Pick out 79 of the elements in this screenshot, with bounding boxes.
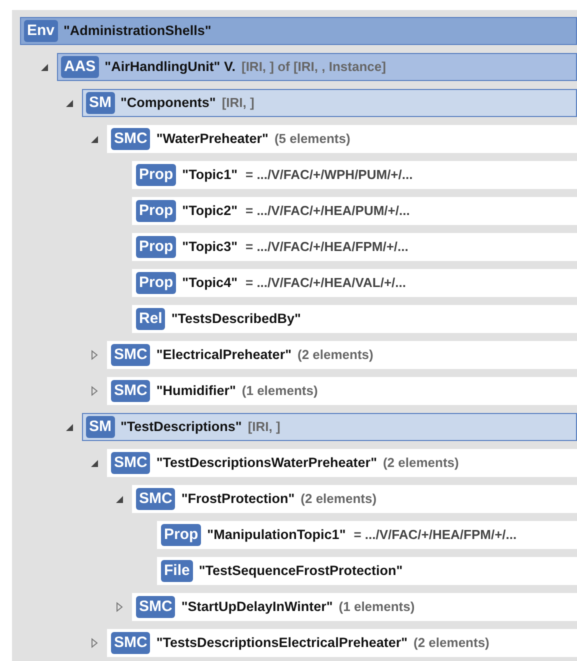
node-name: "AirHandlingUnit" V. <box>104 59 236 74</box>
node-info: [IRI, ] <box>222 95 254 110</box>
node-info: (2 elements) <box>300 491 377 506</box>
expanded-triangle-icon[interactable] <box>65 98 74 108</box>
node-name: "TestDescriptionsWaterPreheater" <box>156 455 377 470</box>
tree-node[interactable]: SM "TestDescriptions" [IRI, ] <box>82 413 577 441</box>
node-value: = .../V/FAC/+/WPH/PUM/+/... <box>245 167 413 182</box>
type-badge: SMC <box>111 452 150 474</box>
node-value: = .../V/FAC/+/HEA/PUM/+/... <box>245 203 410 218</box>
node-name: "StartUpDelayInWinter" <box>181 599 333 614</box>
tree-node[interactable]: SMC "TestsDescriptionsElectricalPreheater" (2 elements) <box>107 629 577 657</box>
collapsed-triangle-icon[interactable] <box>91 350 98 360</box>
tree-node[interactable]: SMC "StartUpDelayInWinter" (1 elements) <box>132 593 577 621</box>
node-info: (1 elements) <box>242 383 318 398</box>
type-badge: SM <box>86 92 114 114</box>
node-name: "TestDescriptions" <box>120 419 242 434</box>
type-badge: Prop <box>136 272 176 294</box>
node-name: "Topic4" <box>182 275 238 290</box>
tree-node[interactable]: Env "AdministrationShells" <box>20 17 577 45</box>
node-name: "AdministrationShells" <box>64 23 212 38</box>
node-info: (1 elements) <box>338 599 415 614</box>
node-name: "FrostProtection" <box>181 491 295 506</box>
node-value: = .../V/FAC/+/HEA/FPM/+/... <box>354 527 517 542</box>
type-badge: SMC <box>136 488 176 510</box>
node-name: "Topic2" <box>182 203 238 218</box>
node-name: "Components" <box>120 95 216 110</box>
type-badge: SMC <box>111 632 150 654</box>
collapsed-triangle-icon[interactable] <box>91 386 98 396</box>
node-info: [IRI, ] <box>248 419 280 434</box>
type-badge: SMC <box>111 380 150 402</box>
type-badge: Rel <box>136 308 166 330</box>
node-name: "TestSequenceFrostProtection" <box>198 563 403 578</box>
type-badge: Prop <box>136 236 176 258</box>
tree-node[interactable]: SMC "Humidifier" (1 elements) <box>107 377 577 405</box>
tree-node[interactable]: AAS "AirHandlingUnit" V. [IRI, ] of [IRI, , Instance] <box>57 53 577 81</box>
type-badge: AAS <box>61 56 99 78</box>
node-info: (2 elements) <box>414 635 490 650</box>
node-name: "ElectricalPreheater" <box>156 347 292 362</box>
node-value: = .../V/FAC/+/HEA/FPM/+/... <box>245 239 408 254</box>
tree-node[interactable]: Prop "Topic2" = .../V/FAC/+/HEA/PUM/+/... <box>132 197 577 225</box>
type-badge: SM <box>86 416 114 438</box>
tree-node[interactable]: SMC "WaterPreheater" (5 elements) <box>107 125 577 153</box>
expanded-triangle-icon[interactable] <box>40 62 49 72</box>
tree-node[interactable]: Prop "Topic1" = .../V/FAC/+/WPH/PUM/+/... <box>132 161 577 189</box>
tree-node[interactable]: SMC "ElectricalPreheater" (2 elements) <box>107 341 577 369</box>
tree-node[interactable]: Prop "Topic4" = .../V/FAC/+/HEA/VAL/+/... <box>132 269 577 297</box>
node-name: "Topic3" <box>182 239 238 254</box>
collapsed-triangle-icon[interactable] <box>116 602 123 612</box>
node-value: = .../V/FAC/+/HEA/VAL/+/... <box>245 275 406 290</box>
tree-node[interactable]: SMC "TestDescriptionsWaterPreheater" (2 elements) <box>107 449 577 477</box>
node-name: "TestsDescribedBy" <box>171 311 301 326</box>
expanded-triangle-icon[interactable] <box>90 134 99 144</box>
tree-node[interactable]: File "TestSequenceFrostProtection" <box>157 557 577 585</box>
node-name: "WaterPreheater" <box>156 131 268 146</box>
type-badge: Prop <box>136 164 176 186</box>
node-name: "TestsDescriptionsElectricalPreheater" <box>156 635 408 650</box>
tree-node[interactable]: SM "Components" [IRI, ] <box>82 89 577 117</box>
expanded-triangle-icon[interactable] <box>115 494 124 504</box>
type-badge: Prop <box>161 524 202 546</box>
node-info: (2 elements) <box>297 347 374 362</box>
tree-node[interactable]: Rel "TestsDescribedBy" <box>132 305 577 333</box>
collapsed-triangle-icon[interactable] <box>91 638 98 648</box>
type-badge: SMC <box>136 596 176 618</box>
node-name: "Humidifier" <box>156 383 236 398</box>
tree-node[interactable]: Prop "ManipulationTopic1" = .../V/FAC/+/HEA/FPM/+/... <box>157 521 577 549</box>
type-badge: Prop <box>136 200 176 222</box>
node-info: (2 elements) <box>382 455 459 470</box>
tree-node[interactable]: Prop "Topic3" = .../V/FAC/+/HEA/FPM/+/... <box>132 233 577 261</box>
expanded-triangle-icon[interactable] <box>65 422 74 432</box>
tree-node[interactable]: SMC "FrostProtection" (2 elements) <box>132 485 577 513</box>
type-badge: Env <box>24 20 58 42</box>
node-info: [IRI, ] of [IRI, , Instance] <box>241 59 386 74</box>
type-badge: File <box>161 560 193 582</box>
type-badge: SMC <box>111 128 150 150</box>
node-name: "Topic1" <box>182 167 238 182</box>
type-badge: SMC <box>111 344 150 366</box>
expanded-triangle-icon[interactable] <box>90 458 99 468</box>
node-info: (5 elements) <box>274 131 350 146</box>
node-name: "ManipulationTopic1" <box>207 527 346 542</box>
